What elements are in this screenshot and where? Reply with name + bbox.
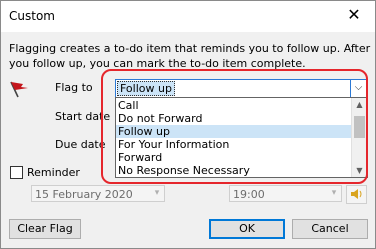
title-bar: Custom ✕	[1, 1, 375, 32]
reminder-time-value: 19:00	[233, 188, 265, 201]
red-flag-icon	[9, 80, 31, 101]
reminder-label: Reminder	[27, 166, 80, 179]
reminder-checkbox[interactable]	[10, 166, 23, 179]
annotation-highlight-box	[101, 69, 368, 184]
flag-description: Flagging creates a to-do item that remin…	[9, 42, 371, 70]
clear-flag-button[interactable]: Clear Flag	[9, 219, 81, 239]
flag-to-label: Flag to	[55, 81, 93, 94]
ok-button[interactable]: OK	[209, 219, 285, 239]
reminder-date-field[interactable]: 15 February 2020 ▾	[31, 185, 165, 202]
reminder-date-value: 15 February 2020	[35, 188, 133, 201]
speaker-icon[interactable]	[346, 185, 367, 204]
chevron-down-icon[interactable]: ▾	[150, 186, 164, 201]
custom-flag-dialog: Custom ✕ Flagging creates a to-do item t…	[0, 0, 376, 249]
close-icon[interactable]: ✕	[345, 6, 363, 24]
cancel-button[interactable]: Cancel	[292, 219, 368, 239]
reminder-time-field[interactable]: 19:00 ▾	[229, 185, 342, 202]
due-date-label: Due date	[55, 138, 106, 151]
dialog-title: Custom	[9, 9, 55, 23]
chevron-down-icon[interactable]: ▾	[327, 186, 341, 201]
